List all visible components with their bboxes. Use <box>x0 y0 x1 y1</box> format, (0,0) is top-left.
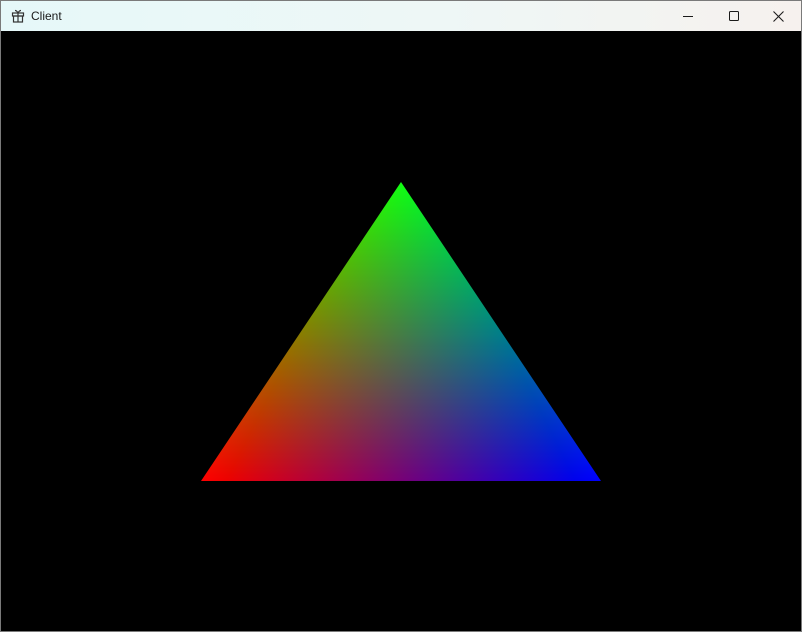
render-viewport[interactable] <box>1 31 801 631</box>
maximize-icon <box>729 11 739 21</box>
scene-canvas <box>1 31 801 631</box>
title-bar[interactable]: Client <box>1 1 801 31</box>
client-window: Client <box>0 0 802 632</box>
close-button[interactable] <box>755 1 801 31</box>
minimize-icon <box>683 16 693 17</box>
close-icon <box>772 10 784 22</box>
maximize-button[interactable] <box>711 1 757 31</box>
minimize-button[interactable] <box>665 1 711 31</box>
window-title: Client <box>31 9 62 23</box>
gift-box-icon <box>11 9 25 23</box>
